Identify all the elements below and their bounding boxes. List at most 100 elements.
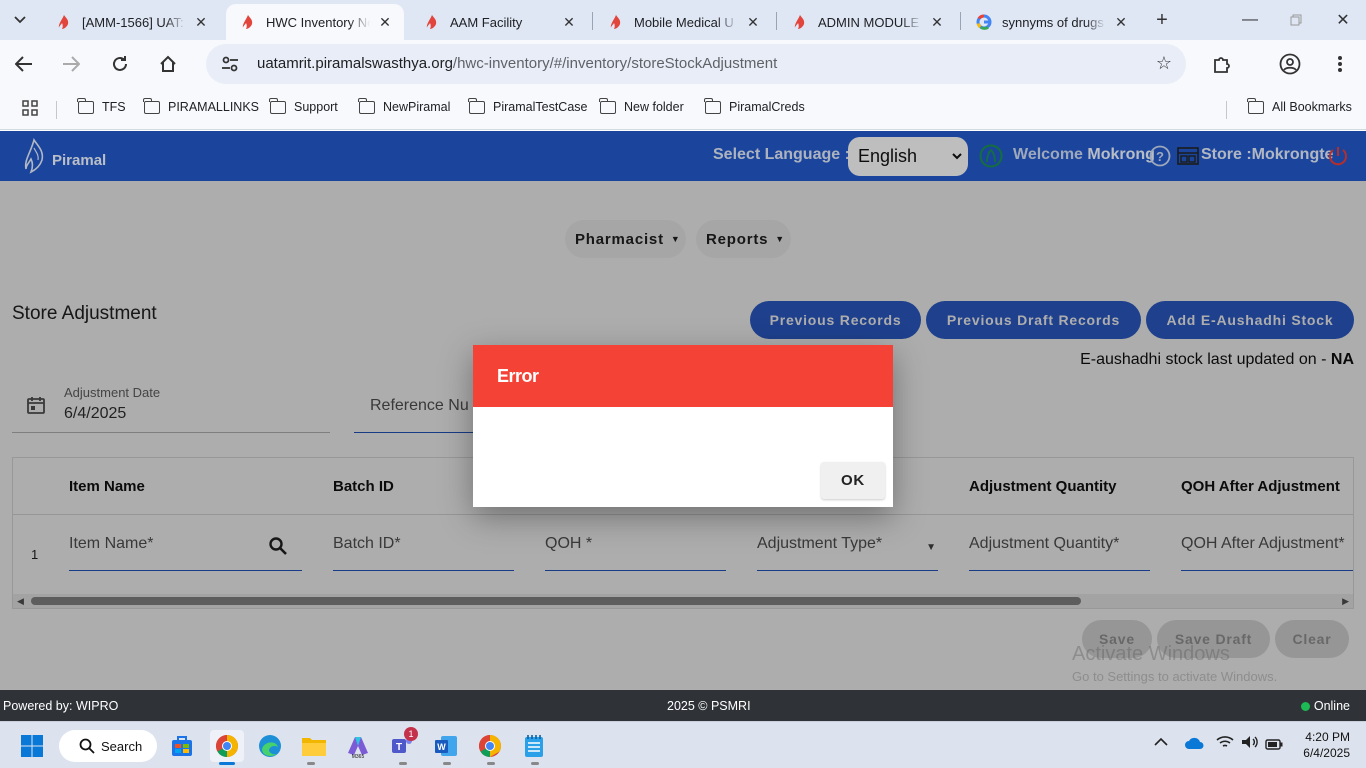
svg-text:M365: M365 xyxy=(352,754,365,759)
chrome-second-taskbar-icon[interactable] xyxy=(474,730,506,762)
bookmarks-divider xyxy=(56,101,57,119)
apps-grid-icon[interactable] xyxy=(22,100,38,116)
clock-time: 4:20 PM xyxy=(1305,730,1350,744)
running-app-indicator xyxy=(307,762,315,765)
folder-icon xyxy=(77,97,94,114)
tab-divider xyxy=(776,12,777,30)
url-host: uatamrit.piramalswasthya.org xyxy=(257,55,453,72)
site-settings-icon[interactable] xyxy=(220,54,240,74)
bookmark-folder[interactable]: Support xyxy=(269,97,338,114)
tab-title: [AMM-1566] UAT: xyxy=(82,14,184,30)
store-app-icon[interactable] xyxy=(166,730,198,762)
copyright-text: 2025 © PSMRI xyxy=(667,699,751,713)
battery-icon[interactable] xyxy=(1265,737,1283,753)
browser-tab-1[interactable]: [AMM-1566] UAT: ✕ xyxy=(42,4,220,40)
minimize-window-icon[interactable]: — xyxy=(1227,6,1273,34)
tab-search-chevron-icon[interactable] xyxy=(8,8,32,32)
bookmark-folder[interactable]: PiramalCreds xyxy=(704,97,805,114)
folder-icon xyxy=(358,97,375,114)
tab-divider xyxy=(960,12,961,30)
ok-button[interactable]: OK xyxy=(821,462,885,499)
close-tab-icon[interactable]: ✕ xyxy=(560,13,578,31)
word-taskbar-icon[interactable]: W xyxy=(430,730,462,762)
close-tab-icon[interactable]: ✕ xyxy=(1112,13,1130,31)
tray-chevron-up-icon[interactable] xyxy=(1154,734,1168,750)
bookmarks-divider xyxy=(1226,101,1227,119)
tab-title: HWC Inventory Ne xyxy=(266,14,370,30)
wifi-icon[interactable] xyxy=(1216,735,1234,752)
bookmark-label: NewPiramal xyxy=(383,100,451,114)
forward-arrow-icon[interactable] xyxy=(57,50,85,78)
folder-icon xyxy=(143,97,160,114)
search-icon xyxy=(79,738,95,754)
all-bookmarks-label: All Bookmarks xyxy=(1272,100,1352,114)
bookmarks-bar: TFS PIRAMALLINKS Support NewPiramal Pira… xyxy=(0,88,1366,130)
close-tab-icon[interactable]: ✕ xyxy=(192,13,210,31)
close-tab-icon[interactable]: ✕ xyxy=(376,13,394,31)
file-explorer-taskbar-icon[interactable] xyxy=(298,730,330,762)
browser-tab-2-active[interactable]: HWC Inventory Ne ✕ xyxy=(226,4,404,40)
system-clock[interactable]: 4:20 PM 6/4/2025 xyxy=(1303,729,1350,761)
folder-icon xyxy=(599,97,616,114)
bookmark-folder[interactable]: TFS xyxy=(77,97,126,114)
all-bookmarks-folder[interactable]: All Bookmarks xyxy=(1247,97,1352,114)
notepad-taskbar-icon[interactable] xyxy=(518,730,550,762)
volume-icon[interactable] xyxy=(1241,735,1259,752)
edge-taskbar-icon[interactable] xyxy=(254,730,286,762)
chrome-menu-kebab-icon[interactable] xyxy=(1326,50,1354,78)
svg-text:T: T xyxy=(396,742,402,753)
connection-status: Online xyxy=(1300,699,1350,713)
piramal-favicon-icon xyxy=(58,15,69,29)
bookmark-star-icon[interactable]: ☆ xyxy=(1156,53,1172,74)
chrome-taskbar-icon-active[interactable] xyxy=(210,730,244,762)
close-window-icon[interactable]: ✕ xyxy=(1320,6,1366,34)
m365-taskbar-icon[interactable]: M365 xyxy=(342,730,374,762)
url-path: /hwc-inventory/#/inventory/storeStockAdj… xyxy=(452,55,778,72)
tab-title: AAM Facility xyxy=(450,14,523,30)
piramal-favicon-icon xyxy=(426,15,437,29)
modal-backdrop-header xyxy=(0,131,1366,181)
running-app-indicator xyxy=(399,762,407,765)
tab-title: Mobile Medical U xyxy=(634,14,734,30)
bookmark-label: TFS xyxy=(102,100,126,114)
running-app-indicator xyxy=(443,762,451,765)
extensions-puzzle-icon[interactable] xyxy=(1208,50,1236,78)
windows-start-icon[interactable] xyxy=(16,730,48,762)
profile-avatar-icon[interactable] xyxy=(1276,50,1304,78)
active-app-indicator xyxy=(219,762,235,765)
folder-icon xyxy=(1247,97,1264,114)
home-icon[interactable] xyxy=(154,50,182,78)
browser-tab-5[interactable]: ADMIN MODULE ✕ xyxy=(778,4,956,40)
new-tab-plus-icon[interactable]: + xyxy=(1150,8,1174,32)
bookmark-label: PiramalCreds xyxy=(729,100,805,114)
browser-tab-6[interactable]: synnyms of drugs ✕ xyxy=(962,4,1140,40)
browser-tab-4[interactable]: Mobile Medical U ✕ xyxy=(594,4,772,40)
browser-tab-3[interactable]: AAM Facility ✕ xyxy=(410,4,588,40)
bookmark-folder[interactable]: New folder xyxy=(599,97,684,114)
taskbar-search-box[interactable]: Search xyxy=(59,730,157,762)
taskbar-search-label: Search xyxy=(101,738,143,754)
google-favicon-icon xyxy=(976,14,992,30)
bookmark-label: New folder xyxy=(624,100,684,114)
back-arrow-icon[interactable] xyxy=(10,50,38,78)
powered-by-text: Powered by: WIPRO xyxy=(3,699,119,713)
svg-text:W: W xyxy=(437,742,446,752)
bookmark-label: PIRAMALLINKS xyxy=(168,100,260,114)
tab-title: ADMIN MODULE xyxy=(818,14,920,30)
piramal-favicon-icon xyxy=(610,15,621,29)
bookmark-folder[interactable]: NewPiramal xyxy=(358,97,451,114)
bookmark-folder[interactable]: PIRAMALLINKS xyxy=(143,97,260,114)
teams-taskbar-icon[interactable]: T 1 xyxy=(386,727,418,762)
close-tab-icon[interactable]: ✕ xyxy=(744,13,762,31)
reload-icon[interactable] xyxy=(106,50,134,78)
close-tab-icon[interactable]: ✕ xyxy=(928,13,946,31)
address-bar[interactable]: uatamrit.piramalswasthya.org/hwc-invento… xyxy=(206,44,1186,84)
browser-toolbar: uatamrit.piramalswasthya.org/hwc-invento… xyxy=(0,40,1366,88)
online-status-label: Online xyxy=(1313,699,1350,713)
tab-title: synnyms of drugs xyxy=(1002,14,1104,30)
bookmark-folder[interactable]: PiramalTestCase xyxy=(468,97,587,114)
onedrive-cloud-icon[interactable] xyxy=(1184,736,1204,753)
restore-window-icon[interactable] xyxy=(1273,6,1319,34)
piramal-favicon-icon xyxy=(242,15,253,29)
app-footer: Powered by: WIPRO 2025 © PSMRI Online xyxy=(0,690,1366,721)
